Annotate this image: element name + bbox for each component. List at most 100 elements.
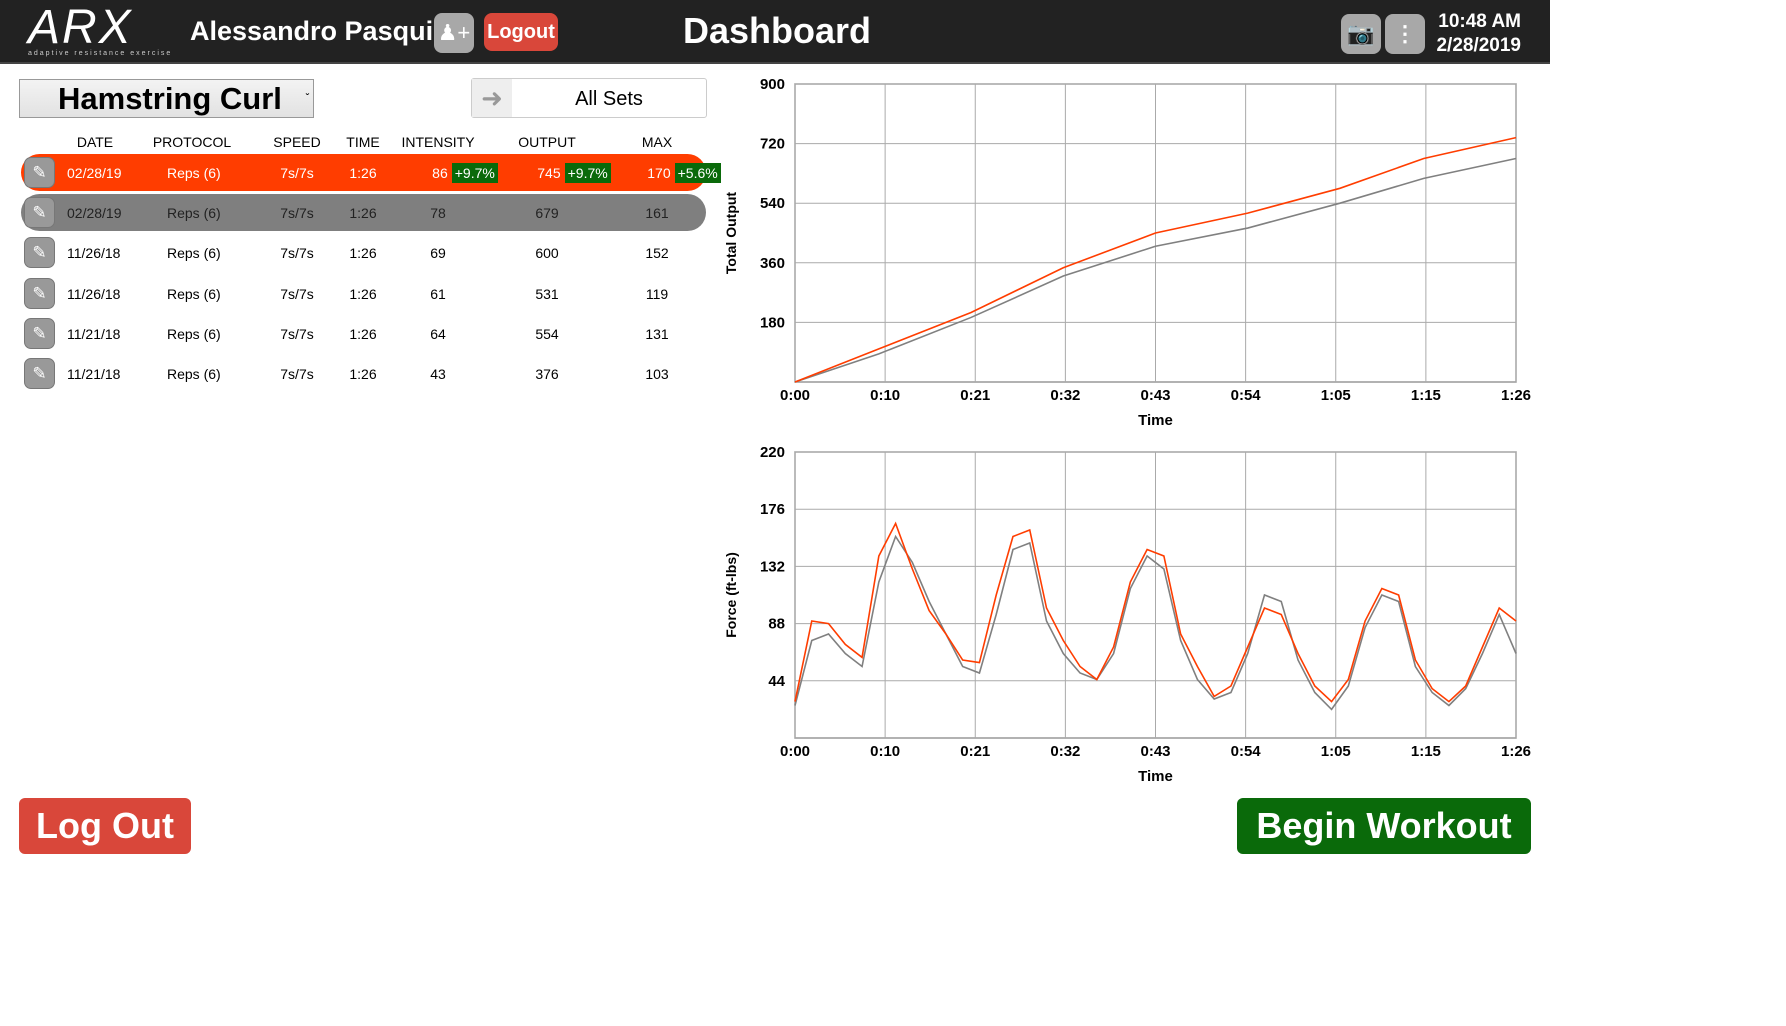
x-tick-label: 1:26 xyxy=(1501,387,1531,404)
cell-value: 554 xyxy=(535,325,559,342)
header-logout-button[interactable]: Logout xyxy=(484,13,558,51)
cell-max: 161 xyxy=(597,205,717,221)
exercise-select[interactable]: Hamstring Curl ˇ xyxy=(19,79,314,118)
y-tick-label: 540 xyxy=(760,195,785,212)
cell-value: 11/26/18 xyxy=(67,245,121,262)
cell-intensity: 69 xyxy=(378,245,498,261)
camera-icon[interactable]: 📷 xyxy=(1341,14,1381,54)
pencil-edit-icon[interactable]: ✎ xyxy=(24,157,55,188)
cell-date: 11/21/18 xyxy=(67,366,120,382)
x-tick-label: 0:21 xyxy=(960,387,990,404)
x-tick-label: 1:15 xyxy=(1411,743,1441,760)
cell-value: 745 xyxy=(537,165,561,181)
pencil-edit-icon[interactable]: ✎ xyxy=(24,277,55,309)
cell-intensity: 61 xyxy=(378,286,498,302)
column-header-output[interactable]: OUTPUT xyxy=(507,134,587,150)
cell-value: 152 xyxy=(645,245,669,262)
arrow-right-icon[interactable]: ➜ xyxy=(472,79,512,117)
begin-workout-button[interactable]: Begin Workout xyxy=(1237,798,1531,854)
force-chart: 0:00 0:10 0:21 0:32 0:43 0:54 1:05 1:15 1:26 44 88… xyxy=(723,444,1531,785)
x-tick-label: 1:05 xyxy=(1321,387,1351,404)
table-row[interactable]: ✎ 02/28/19 Reps (6) 7s/7s 1:26 86 +9.7% 745 +9.7… xyxy=(21,154,721,191)
delta-badge: +9.7% xyxy=(564,163,611,183)
cell-value: 64 xyxy=(430,325,446,342)
x-tick-label: 0:00 xyxy=(780,743,810,760)
user-name: Alessandro Pasquini xyxy=(190,16,458,46)
delta-badge: +9.7% xyxy=(451,163,498,183)
cell-value: 86 xyxy=(432,165,448,181)
x-tick-label: 0:00 xyxy=(780,387,810,404)
cell-date: 11/26/18 xyxy=(67,286,120,302)
cell-value: 376 xyxy=(535,366,559,382)
table-row[interactable]: ✎ 11/21/18 Reps (6) 7s/7s 1:26 43 376 103 xyxy=(21,355,706,392)
log-out-button[interactable]: Log Out xyxy=(19,798,191,854)
y-axis-label: Total Output xyxy=(723,192,739,274)
cell-date: 02/28/19 xyxy=(67,165,122,181)
kebab-menu-icon[interactable]: ⋮ xyxy=(1385,14,1425,54)
table-row[interactable]: ✎ 11/26/18 Reps (6) 7s/7s 1:26 69 600 152 xyxy=(21,234,706,271)
cell-max: 103 xyxy=(597,366,717,382)
column-header-intensity[interactable]: INTENSITY xyxy=(398,134,478,150)
delta-badge: +5.6% xyxy=(674,163,721,183)
table-row[interactable]: ✎ 11/26/18 Reps (6) 7s/7s 1:26 61 531 119 xyxy=(21,275,706,312)
table-row[interactable]: ✎ 02/28/19 Reps (6) 7s/7s 1:26 78 679 161 xyxy=(21,194,706,232)
column-header-protocol[interactable]: PROTOCOL xyxy=(152,134,232,150)
y-tick-label: 180 xyxy=(760,314,785,331)
column-header-date[interactable]: DATE xyxy=(55,134,135,150)
cell-value: 103 xyxy=(645,366,669,382)
cell-value: 1:26 xyxy=(349,366,377,382)
cell-value: 679 xyxy=(535,205,559,222)
pencil-edit-icon[interactable]: ✎ xyxy=(24,197,55,229)
top-bar: ARX adaptive resistance exercise Alessand… xyxy=(0,0,1550,64)
y-tick-label: 360 xyxy=(760,255,785,272)
pencil-edit-icon[interactable]: ✎ xyxy=(24,317,55,349)
total-output-chart: 0:00 0:10 0:21 0:32 0:43 0:54 1:05 1:15 1:26 180 3… xyxy=(723,76,1531,429)
cell-value: 531 xyxy=(535,285,559,302)
cell-protocol: Reps (6) xyxy=(167,326,221,342)
cell-output: 376 xyxy=(487,366,607,382)
cell-value: 43 xyxy=(430,366,446,382)
cell-protocol: Reps (6) xyxy=(167,366,221,382)
cell-value: Reps (6) xyxy=(167,205,221,222)
cell-intensity: 43 xyxy=(378,366,498,382)
cell-date: 11/21/18 xyxy=(67,326,120,342)
cell-value: 78 xyxy=(430,205,446,222)
clock: 10:48 AM 2/28/2019 xyxy=(1436,11,1521,56)
cell-value: 02/28/19 xyxy=(67,165,122,181)
cell-value: 1:26 xyxy=(349,285,377,302)
x-axis-label: Time xyxy=(1138,412,1173,429)
cell-protocol: Reps (6) xyxy=(167,205,221,221)
cell-value: 02/28/19 xyxy=(67,205,122,222)
cell-max: 152 xyxy=(597,245,717,261)
user-plus-icon[interactable]: ♟+ xyxy=(434,13,474,53)
cell-protocol: Reps (6) xyxy=(167,165,221,181)
x-tick-label: 1:15 xyxy=(1411,387,1441,404)
column-header-max[interactable]: MAX xyxy=(617,134,697,150)
cell-value: Reps (6) xyxy=(167,165,221,181)
pencil-edit-icon[interactable]: ✎ xyxy=(24,358,55,389)
pencil-edit-icon[interactable]: ✎ xyxy=(24,237,55,269)
cell-output: 600 xyxy=(487,245,607,261)
cell-protocol: Reps (6) xyxy=(167,245,221,261)
cell-value: 1:26 xyxy=(349,205,377,222)
y-tick-label: 220 xyxy=(760,444,785,461)
y-tick-label: 44 xyxy=(768,673,785,690)
page-title: Dashboard xyxy=(683,10,872,51)
sets-filter[interactable]: ➜ All Sets xyxy=(471,78,707,118)
x-tick-label: 0:10 xyxy=(870,387,900,404)
x-tick-label: 0:43 xyxy=(1140,387,1170,404)
cell-value: 61 xyxy=(430,285,446,302)
x-tick-label: 0:32 xyxy=(1050,743,1080,760)
column-header-time[interactable]: TIME xyxy=(323,134,403,150)
y-axis-label: Force (ft-lbs) xyxy=(723,552,739,638)
cell-value: 11/21/18 xyxy=(67,325,121,342)
chevron-down-icon: ˇ xyxy=(305,93,309,104)
x-tick-label: 0:10 xyxy=(870,743,900,760)
cell-date: 11/26/18 xyxy=(67,245,120,261)
y-tick-label: 132 xyxy=(760,558,785,575)
table-row[interactable]: ✎ 11/21/18 Reps (6) 7s/7s 1:26 64 554 131 xyxy=(21,315,706,352)
cell-value: 1:26 xyxy=(349,245,377,262)
cell-value: 1:26 xyxy=(349,165,377,181)
x-tick-label: 0:32 xyxy=(1050,387,1080,404)
x-tick-label: 1:26 xyxy=(1501,743,1531,760)
